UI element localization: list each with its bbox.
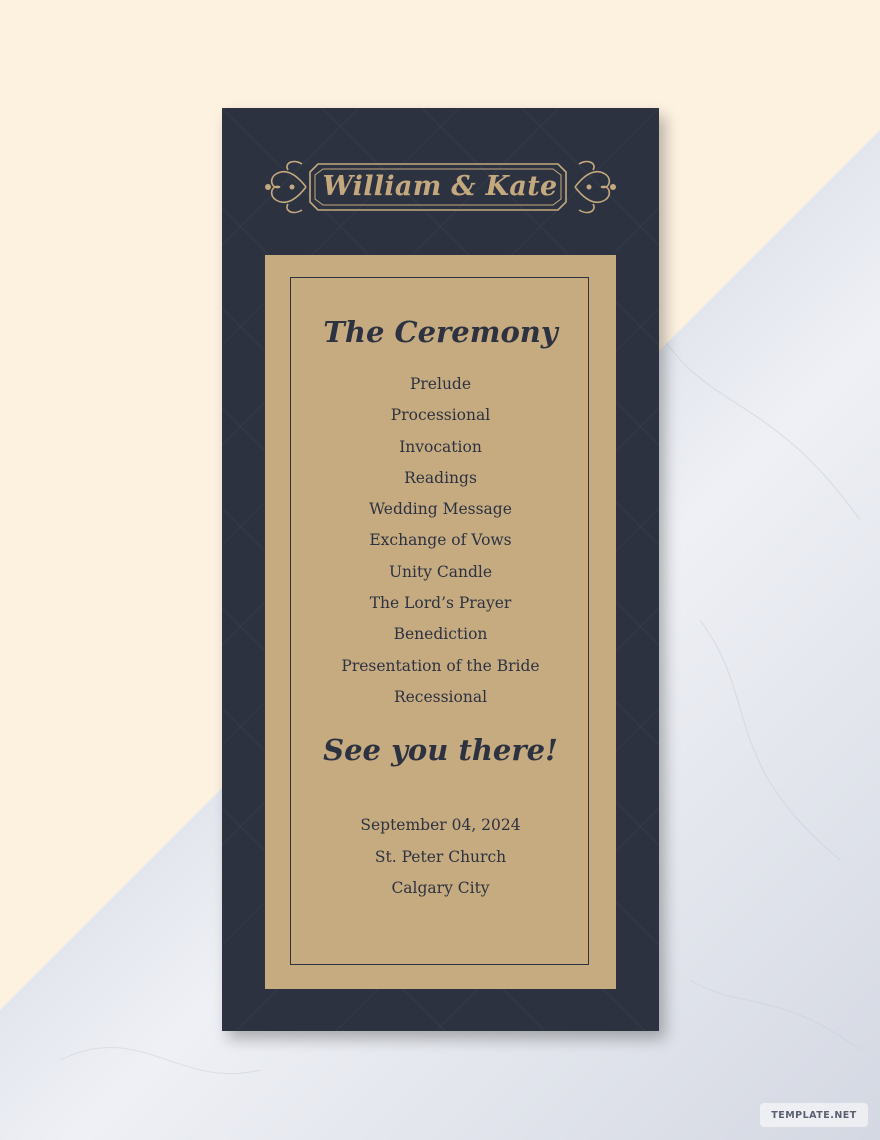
couple-names: William & Kate: [322, 170, 558, 202]
ceremony-program-list: Prelude Processional Invocation Readings…: [265, 369, 616, 713]
watermark-badge: TEMPLATE.NET: [760, 1103, 868, 1127]
event-city: Calgary City: [391, 879, 490, 897]
event-details: September 04, 2024 St. Peter Church Calg…: [265, 810, 616, 905]
program-item: Unity Candle: [388, 562, 493, 581]
program-item: Exchange of Vows: [369, 531, 512, 550]
program-item: Readings: [404, 468, 477, 487]
event-venue: St. Peter Church: [374, 847, 507, 866]
wedding-program-card: William & Kate The Ceremony Prelude Proc…: [222, 108, 659, 1031]
program-item: The Lord’s Prayer: [369, 594, 512, 613]
program-item: Prelude: [409, 375, 472, 393]
program-item: Recessional: [393, 687, 488, 706]
program-item: Benediction: [393, 625, 488, 644]
program-item: Processional: [390, 406, 491, 425]
program-item: Wedding Message: [369, 500, 512, 519]
program-item: Invocation: [399, 437, 482, 456]
event-date: September 04, 2024: [360, 816, 521, 834]
program-item: Presentation of the Bride: [341, 656, 540, 675]
program-panel: The Ceremony Prelude Processional Invoca…: [265, 255, 616, 989]
ceremony-heading: The Ceremony: [323, 315, 558, 349]
closing-heading: See you there!: [323, 733, 558, 767]
